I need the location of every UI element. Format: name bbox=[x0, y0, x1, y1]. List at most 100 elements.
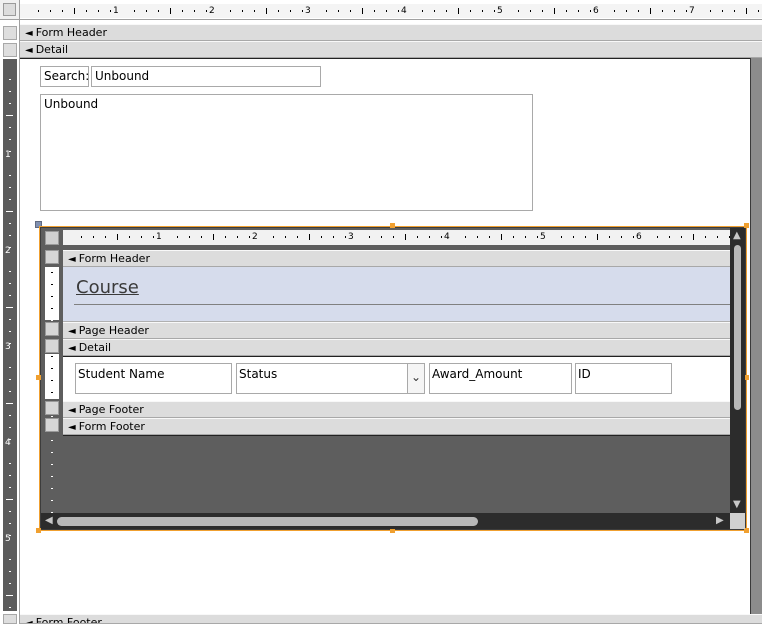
ruler-tick bbox=[134, 10, 135, 12]
ruler-tick bbox=[746, 8, 747, 14]
ruler-tick bbox=[9, 583, 11, 584]
ruler-tick bbox=[9, 199, 11, 200]
ruler-tick bbox=[501, 234, 502, 240]
form-selector-box[interactable] bbox=[3, 3, 16, 16]
ruler-tick bbox=[321, 236, 322, 238]
ruler-tick bbox=[542, 10, 543, 12]
ruler-tick bbox=[74, 8, 75, 14]
ruler-tick bbox=[50, 10, 51, 12]
ruler-tick bbox=[590, 10, 591, 12]
ruler-tick bbox=[405, 234, 406, 240]
ruler-tick bbox=[9, 331, 11, 332]
ruler-tick bbox=[51, 416, 53, 417]
ruler-tick bbox=[417, 236, 418, 238]
subform-section-bar-page-footer[interactable]: ◄ Page Footer bbox=[63, 401, 730, 418]
ruler-tick bbox=[537, 236, 538, 238]
collapse-arrow-icon: ◄ bbox=[68, 343, 76, 354]
vertical-ruler[interactable]: 1 2 3 4 5 bbox=[3, 59, 17, 611]
subform-section-bar-form-header[interactable]: ◄ Form Header bbox=[63, 250, 730, 267]
subform-form-header-area[interactable]: Course bbox=[63, 267, 730, 322]
ruler-number: 7 bbox=[689, 6, 695, 16]
ruler-tick bbox=[297, 236, 298, 238]
ruler-tick bbox=[350, 10, 351, 12]
ruler-tick bbox=[51, 380, 53, 381]
ruler-tick bbox=[338, 10, 339, 12]
ruler-tick bbox=[249, 236, 250, 238]
subform-selector-box[interactable] bbox=[45, 231, 59, 245]
ruler-tick bbox=[561, 236, 562, 238]
subform-horizontal-ruler[interactable]: 1 2 3 4 5 6 bbox=[63, 230, 730, 245]
subform-detail-area[interactable]: Student Name Status ⌄ Award_Amount ID bbox=[63, 356, 730, 401]
ruler-tick bbox=[722, 10, 723, 12]
award-amount-field[interactable]: Award_Amount bbox=[429, 363, 572, 394]
ruler-tick bbox=[9, 379, 11, 380]
ruler-tick bbox=[525, 236, 526, 238]
ruler-tick bbox=[117, 234, 118, 240]
section-title: Detail bbox=[35, 43, 69, 56]
section-selector-form-header[interactable] bbox=[3, 26, 17, 40]
subform-section-bar-detail[interactable]: ◄ Detail bbox=[63, 339, 730, 356]
collapse-arrow-icon: ◄ bbox=[25, 28, 33, 39]
section-selector-form-footer[interactable] bbox=[3, 614, 17, 624]
search-label[interactable]: Search: bbox=[40, 66, 89, 87]
ruler-number: 2 bbox=[209, 6, 215, 16]
ruler-tick bbox=[614, 10, 615, 12]
scroll-up-arrow-icon[interactable]: ▲ bbox=[733, 231, 741, 241]
form-selector-corner[interactable] bbox=[0, 0, 20, 20]
id-field[interactable]: ID bbox=[575, 363, 672, 394]
ruler-tick bbox=[393, 236, 394, 238]
ruler-tick bbox=[398, 10, 399, 12]
course-title-label[interactable]: Course bbox=[74, 277, 730, 305]
unbound-textbox[interactable]: Unbound bbox=[40, 94, 533, 211]
ruler-tick bbox=[285, 236, 286, 238]
section-selector-form-header[interactable] bbox=[45, 250, 59, 264]
section-selector-page-footer[interactable] bbox=[45, 401, 59, 415]
horizontal-scroll-thumb[interactable] bbox=[57, 517, 478, 526]
ruler-tick bbox=[686, 10, 687, 12]
ruler-number: 4 bbox=[5, 438, 11, 448]
student-name-field[interactable]: Student Name bbox=[75, 363, 232, 394]
ruler-tick bbox=[9, 463, 11, 464]
section-bar-form-footer[interactable]: ◄ Form Footer bbox=[20, 614, 762, 624]
subform-empty-canvas bbox=[63, 435, 730, 513]
section-selector-detail[interactable] bbox=[3, 43, 17, 57]
ruler-tick bbox=[9, 487, 11, 488]
collapse-arrow-icon: ◄ bbox=[68, 326, 76, 337]
section-selector-form-footer[interactable] bbox=[45, 418, 59, 432]
ruler-tick bbox=[530, 10, 531, 12]
ruler-tick bbox=[446, 10, 447, 12]
ruler-tick bbox=[477, 236, 478, 238]
ruler-tick bbox=[734, 10, 735, 12]
scroll-right-arrow-icon[interactable]: ▶ bbox=[716, 516, 724, 526]
subform-design-area[interactable]: 1 2 3 4 5 6 ◄ Form Header Course ◄ Page He… bbox=[41, 228, 730, 513]
scroll-down-arrow-icon[interactable]: ▼ bbox=[733, 500, 741, 510]
scroll-left-arrow-icon[interactable]: ◀ bbox=[45, 516, 53, 526]
canvas-right-edge bbox=[750, 58, 762, 614]
subform-corner bbox=[41, 228, 63, 247]
status-combo-field[interactable]: Status bbox=[236, 363, 408, 394]
ruler-tick bbox=[609, 236, 610, 238]
ruler-tick bbox=[326, 10, 327, 12]
ruler-tick bbox=[9, 235, 11, 236]
ruler-tick bbox=[9, 391, 11, 392]
section-selector-page-header[interactable] bbox=[45, 322, 59, 336]
subform-vruler-footer bbox=[45, 433, 59, 513]
section-bar-form-header[interactable]: ◄ Form Header bbox=[20, 24, 762, 41]
ruler-tick bbox=[9, 559, 11, 560]
search-input[interactable]: Unbound bbox=[91, 66, 321, 87]
ruler-tick bbox=[153, 236, 154, 238]
collapse-arrow-icon: ◄ bbox=[68, 254, 76, 265]
ruler-tick bbox=[369, 236, 370, 238]
section-selector-detail[interactable] bbox=[45, 339, 59, 353]
ruler-tick bbox=[489, 236, 490, 238]
combo-dropdown-button[interactable]: ⌄ bbox=[407, 363, 425, 394]
ruler-number: 4 bbox=[444, 232, 450, 242]
ruler-tick bbox=[6, 115, 13, 116]
ruler-tick bbox=[278, 10, 279, 12]
ruler-tick bbox=[230, 10, 231, 12]
section-bar-detail[interactable]: ◄ Detail bbox=[20, 41, 762, 58]
vertical-scroll-thumb[interactable] bbox=[734, 245, 741, 410]
horizontal-ruler[interactable]: 1 2 3 4 5 6 7 bbox=[20, 0, 762, 20]
subform-section-bar-page-header[interactable]: ◄ Page Header bbox=[63, 322, 730, 339]
subform-section-bar-form-footer[interactable]: ◄ Form Footer bbox=[63, 418, 730, 435]
